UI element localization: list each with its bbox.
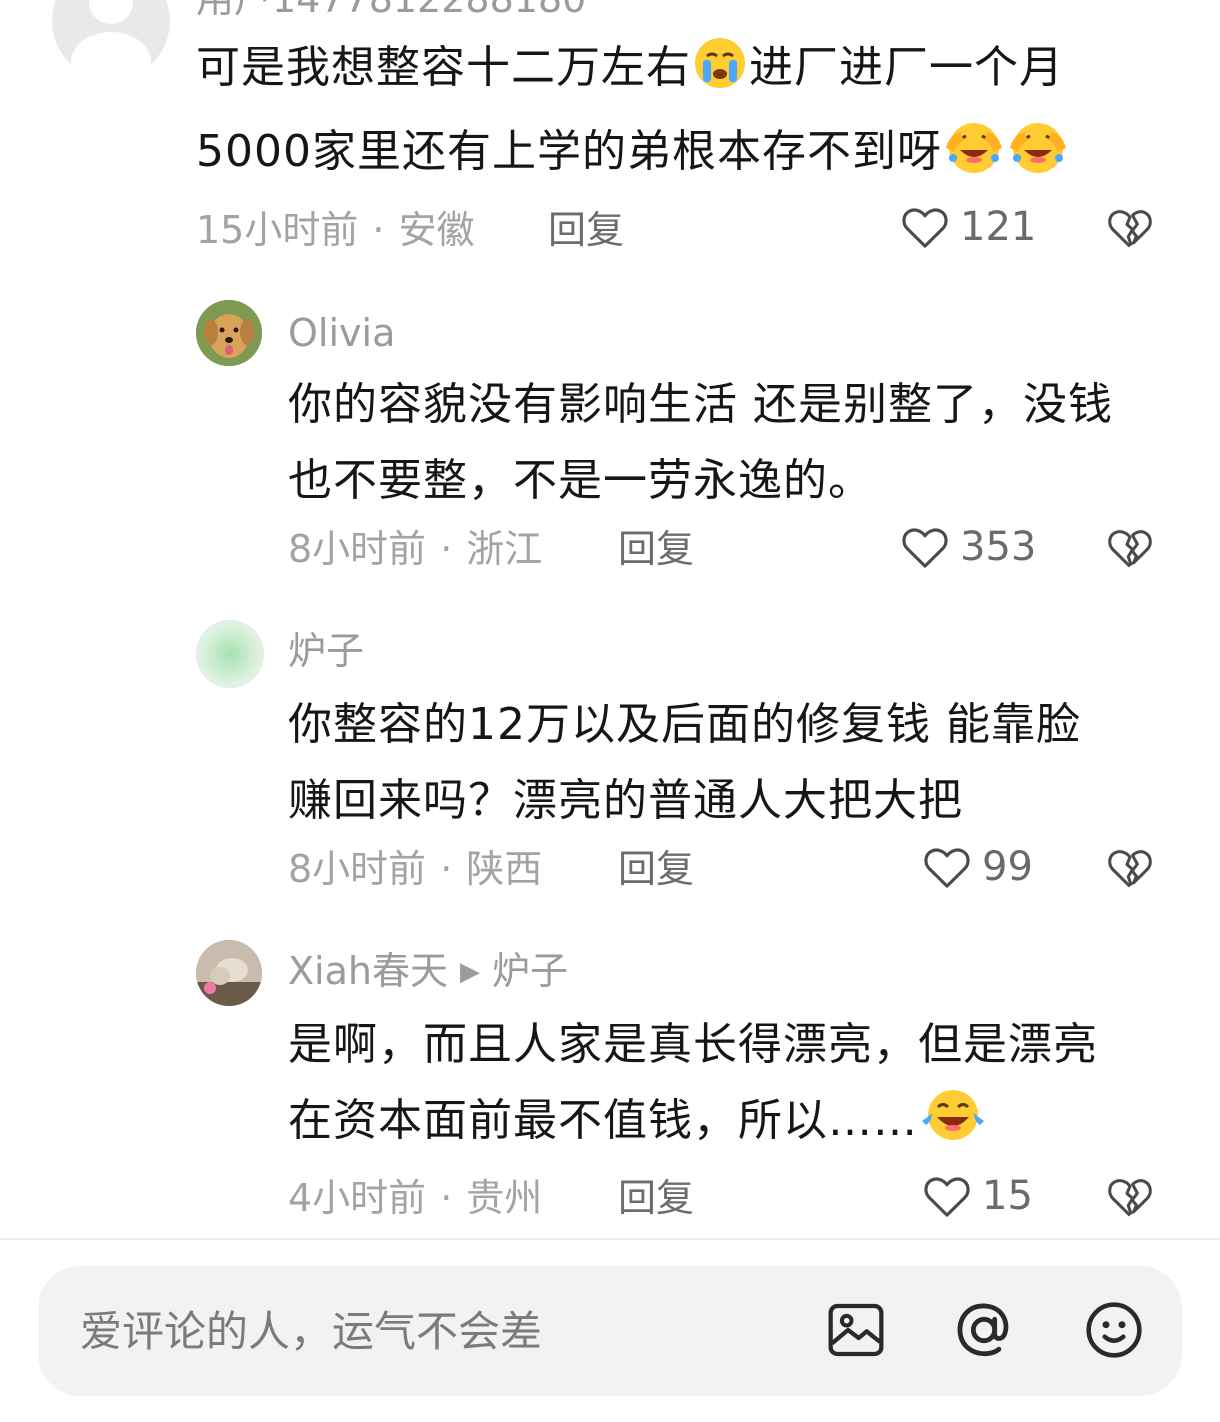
timestamp: 8小时前 <box>288 847 427 891</box>
reply-arrow-icon: ▶ <box>459 957 480 987</box>
username[interactable]: Olivia <box>288 310 395 356</box>
like-count: 15 <box>982 1173 1033 1219</box>
username-line: Xiah春天 ▶ 炉子 <box>288 948 568 995</box>
reply-button[interactable]: 回复 <box>618 1175 694 1221</box>
dog-avatar-icon <box>196 300 262 366</box>
dislike-button[interactable] <box>1104 522 1156 578</box>
comment-meta: 4小时前 · 贵州 <box>288 1176 543 1220</box>
default-avatar-icon <box>71 0 151 80</box>
location: 安徽 <box>398 208 475 252</box>
avatar[interactable] <box>196 620 264 688</box>
comment-meta: 8小时前 · 陕西 <box>288 847 543 891</box>
divider <box>0 1238 1220 1240</box>
heart-outline-icon <box>924 1177 970 1217</box>
reply-button[interactable]: 回复 <box>618 526 694 572</box>
username[interactable]: Xiah春天 <box>288 949 448 993</box>
heart-outline-icon <box>924 848 970 888</box>
username[interactable]: 炉子 <box>288 628 364 674</box>
comment-input[interactable]: 爱评论的人，运气不会差 <box>80 1308 542 1356</box>
timestamp: 4小时前 <box>288 1176 427 1220</box>
location: 浙江 <box>466 527 543 571</box>
broken-heart-icon <box>1108 530 1152 568</box>
comment-text: 你的容貌没有影响生活 还是别整了，没钱 也不要整，不是一劳永逸的。 <box>288 379 1113 506</box>
avatar[interactable] <box>196 300 262 366</box>
comment-meta: 8小时前 · 浙江 <box>288 527 543 571</box>
avatar[interactable] <box>52 0 170 80</box>
dislike-button[interactable] <box>1104 1171 1156 1227</box>
comment-text: 可是我想整容十二万左右 进厂进厂一个月 5000家里还有上学的弟根本存不到呀 <box>196 30 1176 198</box>
avatar[interactable] <box>196 940 262 1006</box>
smiley-icon[interactable] <box>1082 1298 1146 1366</box>
at-icon[interactable] <box>952 1298 1016 1366</box>
like-count: 121 <box>960 204 1037 250</box>
comment-input-bar[interactable]: 爱评论的人，运气不会差 <box>38 1266 1182 1396</box>
broken-heart-icon <box>1108 1179 1152 1217</box>
cat-avatar-icon <box>196 940 262 1006</box>
laughing-tears-icon <box>920 1087 986 1167</box>
timestamp: 15小时前 <box>196 208 359 252</box>
image-icon[interactable] <box>824 1298 888 1366</box>
username[interactable]: 用户1477812288180 <box>196 0 586 22</box>
like-count: 353 <box>960 524 1037 570</box>
heart-outline-icon <box>902 528 948 568</box>
like-button[interactable]: 15 <box>920 1169 1033 1223</box>
like-button[interactable]: 99 <box>920 840 1033 894</box>
comment-meta: 15小时前 · 安徽 <box>196 208 475 252</box>
dislike-button[interactable] <box>1104 842 1156 898</box>
like-button[interactable]: 353 <box>898 520 1036 574</box>
laughing-crying-icon <box>944 118 1004 198</box>
crying-face-icon <box>693 36 747 114</box>
timestamp: 8小时前 <box>288 527 427 571</box>
comment-text: 是啊，而且人家是真长得漂亮，但是漂亮 在资本面前最不值钱，所以…… <box>288 1007 1188 1167</box>
reply-button[interactable]: 回复 <box>548 207 624 253</box>
broken-heart-icon <box>1108 210 1152 248</box>
dislike-button[interactable] <box>1104 202 1156 258</box>
like-button[interactable]: 121 <box>898 200 1036 254</box>
like-count: 99 <box>982 844 1033 890</box>
location: 陕西 <box>466 847 543 891</box>
broken-heart-icon <box>1108 850 1152 888</box>
reply-to-username[interactable]: 炉子 <box>492 949 568 993</box>
comment-text: 你整容的12万以及后面的修复钱 能靠脸 赚回来吗？漂亮的普通人大把大把 <box>288 699 1081 826</box>
heart-outline-icon <box>902 208 948 248</box>
location: 贵州 <box>466 1176 543 1220</box>
reply-button[interactable]: 回复 <box>618 846 694 892</box>
laughing-crying-icon <box>1008 118 1068 198</box>
